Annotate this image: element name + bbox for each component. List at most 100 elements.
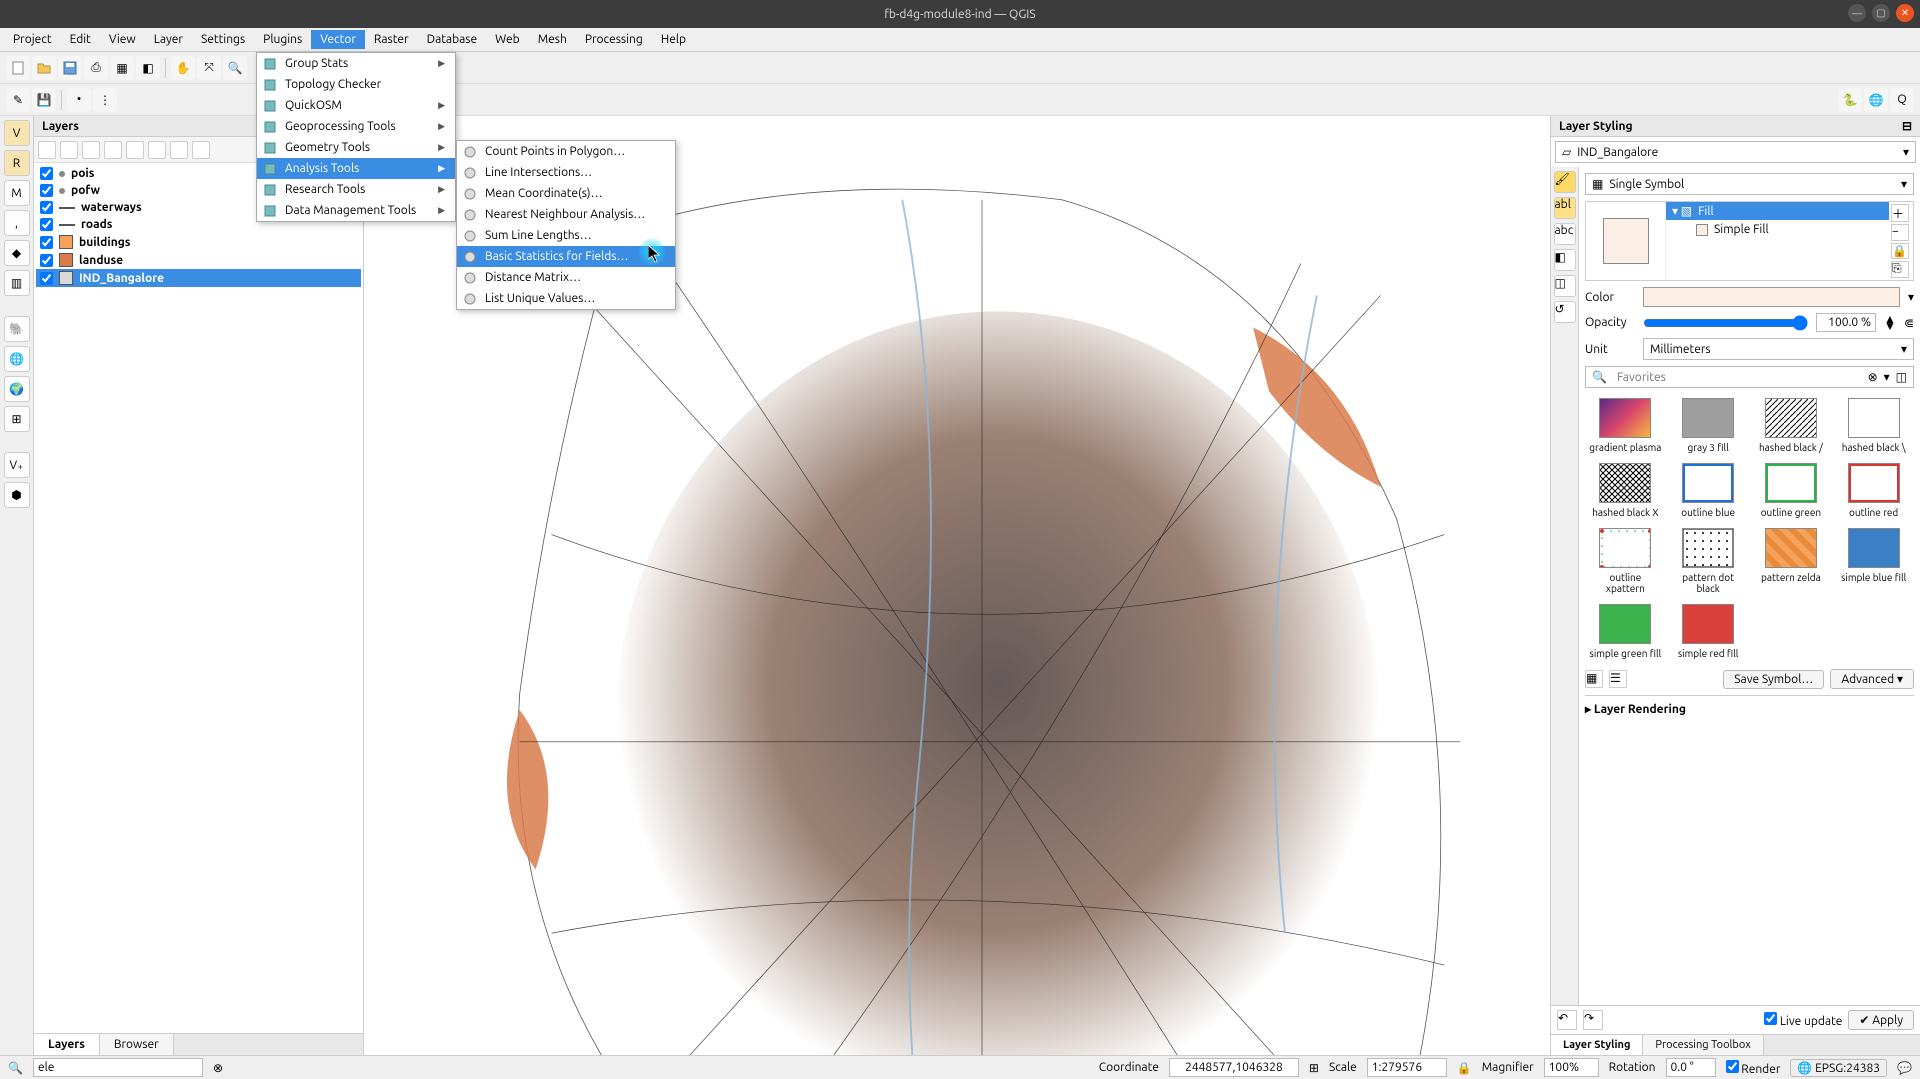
- save-edits-icon[interactable]: 💾: [32, 88, 56, 112]
- add-feature-icon[interactable]: •: [67, 88, 91, 112]
- scale-field[interactable]: [1367, 1058, 1447, 1077]
- add-xyz-icon[interactable]: ⊞: [4, 406, 30, 432]
- tab-browser[interactable]: Browser: [100, 1034, 174, 1055]
- messages-icon[interactable]: 💬: [1897, 1061, 1912, 1075]
- favorite-pattern-zelda[interactable]: pattern zelda: [1755, 528, 1828, 594]
- add-csv-icon[interactable]: ,: [4, 210, 30, 236]
- favorite-outline-xpattern[interactable]: outline xpattern: [1589, 528, 1662, 594]
- menuitem-list-unique-values-[interactable]: List Unique Values…: [457, 288, 675, 309]
- crs-button[interactable]: 🌐 EPSG:24383: [1790, 1059, 1887, 1077]
- layer-visibility-checkbox[interactable]: [40, 218, 53, 231]
- new-shapefile-icon[interactable]: V₊: [4, 452, 30, 478]
- add-virtual-icon[interactable]: ▥: [4, 270, 30, 296]
- opacity-slider[interactable]: [1643, 315, 1808, 331]
- undo-style-icon[interactable]: ↶: [1557, 1010, 1577, 1030]
- coordinate-field[interactable]: [1169, 1058, 1299, 1077]
- layer-visibility-checkbox[interactable]: [40, 184, 53, 197]
- style-manager-icon[interactable]: ◧: [136, 56, 160, 80]
- menu-edit[interactable]: Edit: [61, 30, 100, 49]
- edit-toggle-icon[interactable]: ✎: [6, 88, 30, 112]
- favorite-hashed-black-[interactable]: hashed black \: [1837, 398, 1910, 453]
- layer-visibility-checkbox[interactable]: [40, 236, 53, 249]
- save-symbol-button[interactable]: Save Symbol…: [1723, 670, 1824, 689]
- color-button[interactable]: [1643, 287, 1900, 307]
- duplicate-symbol-icon[interactable]: ⎘: [1891, 261, 1909, 278]
- icon-view-icon[interactable]: ▦: [1585, 670, 1603, 688]
- apply-button[interactable]: ✔ Apply: [1848, 1010, 1914, 1030]
- opacity-override-icon[interactable]: ⋐: [1904, 316, 1914, 330]
- tab-layer-styling[interactable]: Layer Styling: [1551, 1035, 1643, 1055]
- layer-expr-icon[interactable]: [126, 141, 144, 159]
- favorite-hashed-black-[interactable]: hashed black /: [1755, 398, 1828, 453]
- add-raster-icon[interactable]: R: [4, 150, 30, 176]
- locator-clear-icon[interactable]: ⊗: [213, 1061, 223, 1075]
- menuitem-line-intersections-[interactable]: Line Intersections…: [457, 162, 675, 183]
- 3d-tab-icon[interactable]: ◧: [1554, 249, 1576, 271]
- unit-combobox[interactable]: Millimeters ▾: [1643, 338, 1914, 360]
- menuitem-data-management-tools[interactable]: Data Management Tools▶: [257, 200, 455, 221]
- favorites-search[interactable]: 🔍 ⊗ ▾ ◫: [1585, 366, 1914, 388]
- favorite-hashed-black-x[interactable]: hashed black X: [1589, 463, 1662, 518]
- redo-style-icon[interactable]: ↷: [1583, 1010, 1603, 1030]
- menuitem-topology-checker[interactable]: Topology Checker: [257, 74, 455, 95]
- favorite-simple-red-fill[interactable]: simple red fill: [1672, 604, 1745, 659]
- menu-vector[interactable]: Vector: [311, 30, 365, 49]
- maximize-button[interactable]: ▢: [1872, 4, 1890, 22]
- simple-fill-row[interactable]: Simple Fill: [1666, 220, 1889, 239]
- pan-icon[interactable]: ✋: [171, 56, 195, 80]
- add-mesh-icon[interactable]: M: [4, 180, 30, 206]
- layer-row-buildings[interactable]: buildings: [36, 233, 361, 251]
- layer-row-landuse[interactable]: landuse: [36, 251, 361, 269]
- favorites-input[interactable]: [1613, 369, 1862, 386]
- tab-processing-toolbox[interactable]: Processing Toolbox: [1643, 1035, 1763, 1055]
- add-wfs-icon[interactable]: 🌍: [4, 376, 30, 402]
- menuitem-quickosm[interactable]: QuickOSM▶: [257, 95, 455, 116]
- favorite-outline-red[interactable]: outline red: [1837, 463, 1910, 518]
- locator-input[interactable]: [33, 1058, 203, 1077]
- layer-filter-icon[interactable]: [104, 141, 122, 159]
- vertex-tool-icon[interactable]: ⋮: [93, 88, 117, 112]
- clear-search-icon[interactable]: ⊗: [1868, 370, 1878, 384]
- menuitem-distance-matrix-[interactable]: Distance Matrix…: [457, 267, 675, 288]
- layer-visibility-icon[interactable]: [82, 141, 100, 159]
- menu-plugins[interactable]: Plugins: [254, 30, 311, 49]
- layer-visibility-checkbox[interactable]: [40, 201, 53, 214]
- menu-raster[interactable]: Raster: [365, 30, 418, 49]
- styling-close-icon[interactable]: ⊟: [1902, 119, 1912, 133]
- add-symbol-icon[interactable]: ＋: [1891, 204, 1909, 222]
- open-project-icon[interactable]: [32, 56, 56, 80]
- favorite-outline-blue[interactable]: outline blue: [1672, 463, 1745, 518]
- menuitem-geometry-tools[interactable]: Geometry Tools▶: [257, 137, 455, 158]
- menuitem-analysis-tools[interactable]: Analysis Tools▶: [257, 158, 455, 179]
- add-wms-icon[interactable]: 🌐: [4, 346, 30, 372]
- favorites-tags-icon[interactable]: ◫: [1896, 370, 1907, 384]
- minimize-button[interactable]: —: [1848, 4, 1866, 22]
- magnifier-field[interactable]: [1544, 1058, 1599, 1077]
- layer-add-group-icon[interactable]: [60, 141, 78, 159]
- favorite-outline-green[interactable]: outline green: [1755, 463, 1828, 518]
- new-project-icon[interactable]: [6, 56, 30, 80]
- tab-layers[interactable]: Layers: [34, 1034, 100, 1055]
- menuitem-basic-statistics-for-fields-[interactable]: Basic Statistics for Fields…: [457, 246, 675, 267]
- color-dropdown-icon[interactable]: ▾: [1908, 290, 1914, 304]
- save-project-icon[interactable]: [58, 56, 82, 80]
- advanced-button[interactable]: Advanced ▾: [1830, 669, 1914, 689]
- add-vector-icon[interactable]: V: [4, 120, 30, 146]
- symbology-tab-icon[interactable]: 🖌: [1554, 171, 1576, 193]
- labels-tab-icon[interactable]: abl: [1554, 197, 1576, 219]
- layout-manager-icon[interactable]: ▦: [110, 56, 134, 80]
- menu-view[interactable]: View: [100, 30, 145, 49]
- menu-project[interactable]: Project: [4, 30, 61, 49]
- menuitem-group-stats[interactable]: Group Stats▶: [257, 53, 455, 74]
- pan-to-selection-icon[interactable]: ⤧: [197, 56, 221, 80]
- favorite-gradient-plasma[interactable]: gradient plasma: [1589, 398, 1662, 453]
- layer-visibility-checkbox[interactable]: [40, 272, 53, 285]
- menu-help[interactable]: Help: [652, 30, 695, 49]
- styling-layer-combobox[interactable]: ▱ IND_Bangalore ▾: [1555, 141, 1916, 163]
- menu-database[interactable]: Database: [418, 30, 487, 49]
- add-spatialite-icon[interactable]: ◆: [4, 240, 30, 266]
- renderer-combobox[interactable]: ▦ Single Symbol ▾: [1585, 173, 1914, 195]
- opacity-step-down[interactable]: ▼: [1884, 323, 1896, 330]
- menu-processing[interactable]: Processing: [576, 30, 652, 49]
- scale-lock-icon[interactable]: 🔒: [1457, 1061, 1472, 1075]
